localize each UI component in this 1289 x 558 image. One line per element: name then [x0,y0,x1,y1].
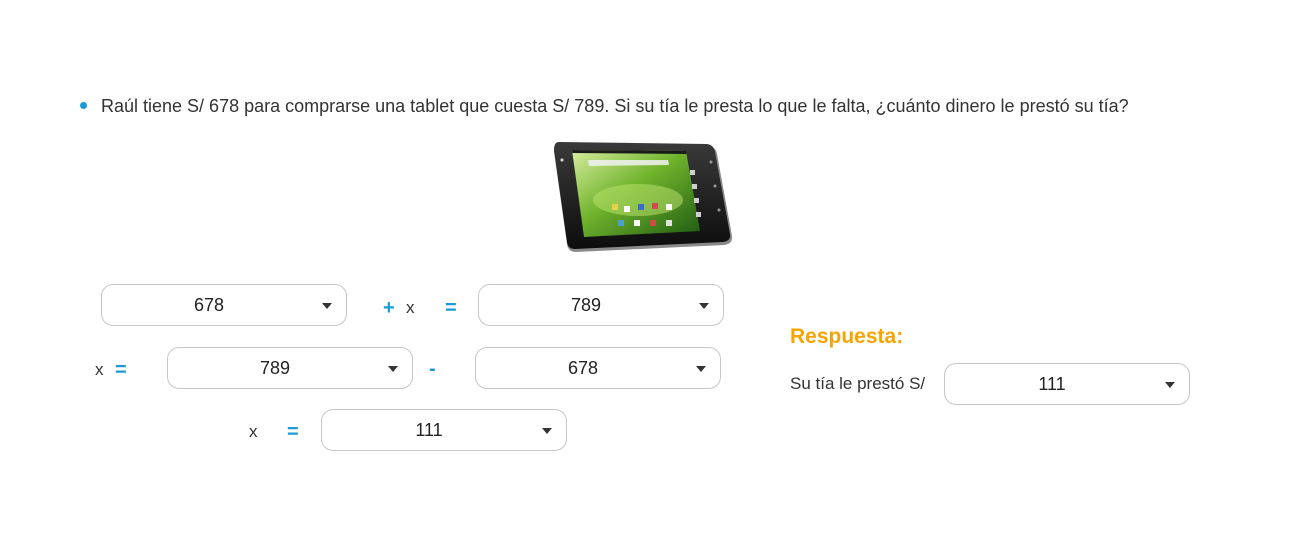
answer-title: Respuesta: [790,325,904,348]
equals-sign: = [287,421,299,443]
select-value: 678 [193,295,225,315]
caret-down-icon [322,303,332,309]
select-value: 789 [570,295,602,315]
select-value: 789 [259,358,291,378]
equation-row2-select-2[interactable]: 678 [475,347,721,389]
caret-down-icon [1165,382,1175,388]
question-text: Raúl tiene S/ 678 para comprarse una tab… [101,96,1129,116]
minus-sign: - [429,358,436,380]
variable-x: x [406,298,415,317]
caret-down-icon [699,303,709,309]
answer-select[interactable]: 111 [944,363,1190,405]
select-value: 111 [415,420,443,440]
bullet-icon [80,101,87,109]
question: Raúl tiene S/ 678 para comprarse una tab… [80,96,1129,117]
variable-x: x [95,360,104,379]
answer-label: Su tía le prestó S/ [790,374,926,393]
caret-down-icon [696,366,706,372]
equation-row3-select-1[interactable]: 111 [321,409,567,451]
equals-sign: = [445,297,457,319]
caret-down-icon [542,428,552,434]
equation-row1-select-1[interactable]: 678 [101,284,347,326]
tablet-image [548,140,738,256]
equals-sign: = [115,359,127,381]
caret-down-icon [388,366,398,372]
equation-row1-select-2[interactable]: 789 [478,284,724,326]
select-value: 678 [567,358,599,378]
plus-sign: + [383,297,395,319]
equation-row2-select-1[interactable]: 789 [167,347,413,389]
select-value: 111 [1038,374,1066,394]
variable-x: x [249,422,258,441]
